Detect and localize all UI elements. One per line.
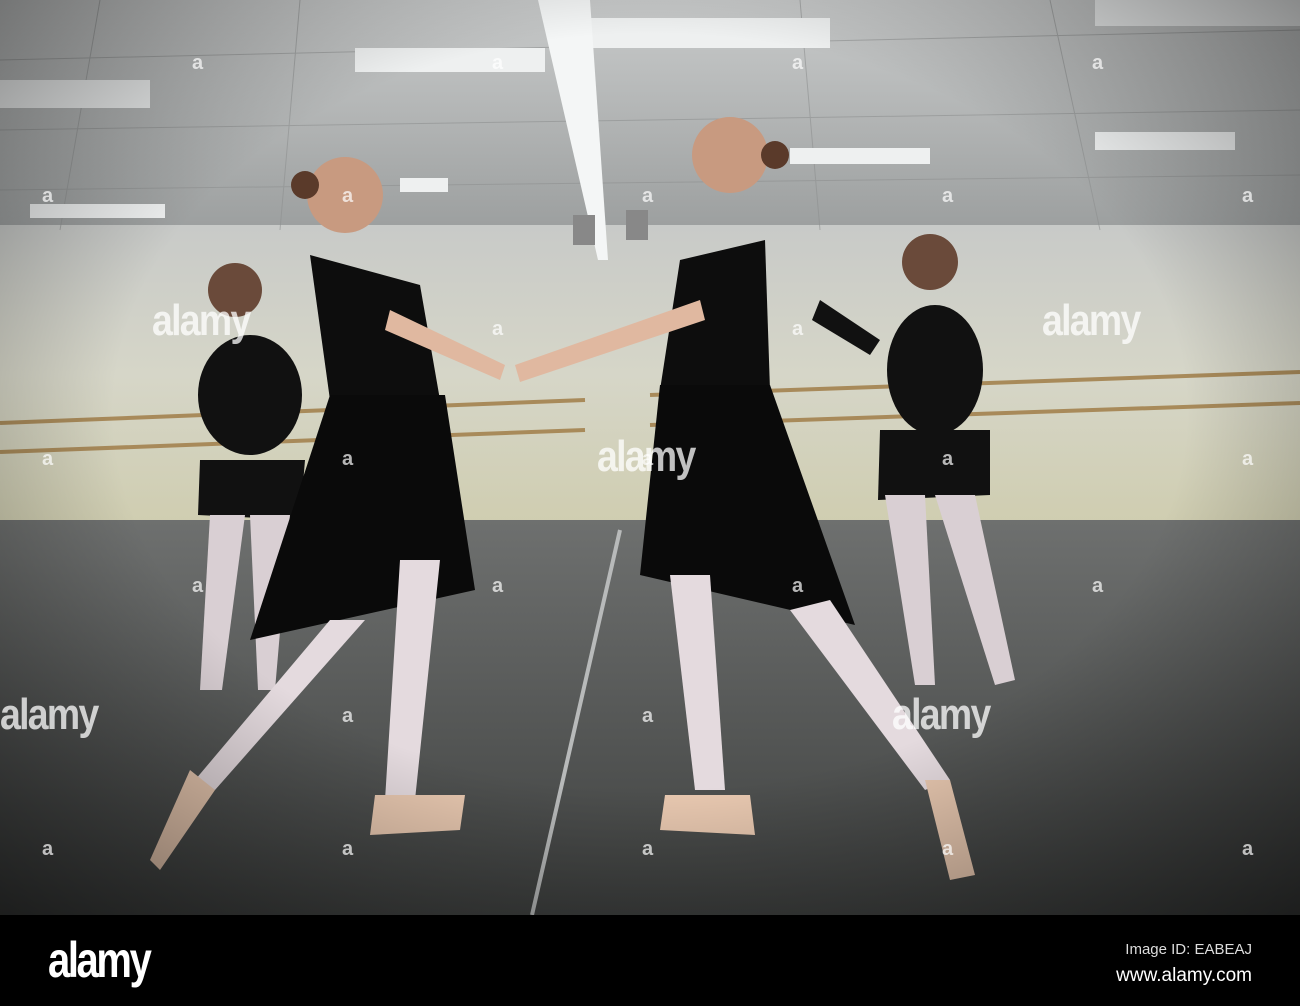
watermark-mark: a bbox=[1242, 448, 1254, 470]
watermark-mark: a bbox=[642, 838, 654, 860]
watermark-mark: a bbox=[1092, 575, 1104, 597]
watermark: alamy bbox=[1042, 296, 1141, 345]
image-id: Image ID: EABEAJ bbox=[1125, 941, 1252, 958]
watermark-mark: a bbox=[492, 52, 504, 74]
stock-photo: alamy alamy alamy alamy alamy aaaaaaaaaa… bbox=[0, 0, 1300, 915]
watermark-mark: a bbox=[1242, 838, 1254, 860]
watermark-mark: a bbox=[492, 575, 504, 597]
watermark-mark: a bbox=[642, 705, 654, 727]
watermark-mark: a bbox=[792, 318, 804, 340]
watermark-mark: a bbox=[192, 575, 204, 597]
watermark-mark: a bbox=[42, 185, 54, 207]
watermark-mark: a bbox=[342, 838, 354, 860]
watermark-mark: a bbox=[942, 838, 954, 860]
watermark-mark: a bbox=[942, 448, 954, 470]
watermark: alamy bbox=[892, 690, 991, 739]
watermark-mark: a bbox=[642, 448, 654, 470]
watermark-mark: a bbox=[792, 52, 804, 74]
watermark-mark: a bbox=[1092, 52, 1104, 74]
alamy-logo: alamy bbox=[48, 932, 152, 988]
watermark-mark: a bbox=[942, 185, 954, 207]
watermark-mark: a bbox=[492, 318, 504, 340]
watermark-mark: a bbox=[42, 448, 54, 470]
watermark-mark: a bbox=[792, 575, 804, 597]
watermark-mark: a bbox=[342, 705, 354, 727]
site-url[interactable]: www.alamy.com bbox=[1116, 965, 1252, 987]
watermark: alamy bbox=[152, 296, 251, 345]
watermark-mark: a bbox=[642, 185, 654, 207]
watermark-mark: a bbox=[1242, 185, 1254, 207]
watermark: alamy bbox=[0, 690, 99, 739]
watermark-mark: a bbox=[342, 448, 354, 470]
footer-bar: alamy Image ID: EABEAJ www.alamy.com bbox=[0, 915, 1300, 1006]
watermark-mark: a bbox=[192, 52, 204, 74]
watermark-mark: a bbox=[342, 185, 354, 207]
watermark-mark: a bbox=[42, 838, 54, 860]
